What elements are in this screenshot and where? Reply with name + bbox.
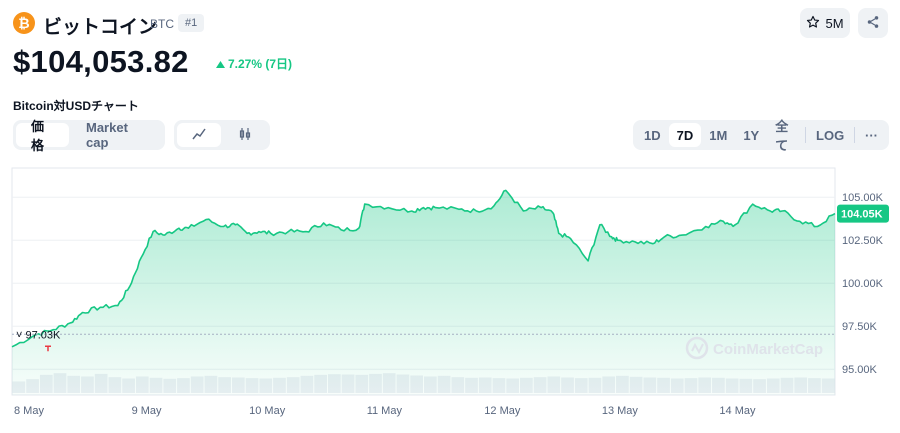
share-icon	[866, 15, 880, 32]
chart-title: Bitcoin対USDチャート	[13, 99, 139, 113]
x-tick-label: 12 May	[484, 405, 521, 417]
y-tick-label: 105.00K	[842, 192, 884, 204]
y-tick-label: 95.00K	[842, 364, 878, 376]
metric-toggle: 価格 Market cap	[13, 119, 165, 153]
range-7d[interactable]: 7D	[668, 123, 702, 147]
start-price-label: ˅ 97.03K	[16, 329, 61, 341]
range-1m[interactable]: 1M	[701, 123, 735, 147]
range-toggle: 1D 7D 1M 1Y 全て LOG ···	[633, 119, 889, 153]
x-tick-label: 13 May	[602, 405, 639, 417]
x-tick-label: 10 May	[249, 405, 286, 417]
y-tick-label: 100.00K	[842, 278, 884, 290]
watermark-text: CoinMarketCap	[713, 341, 823, 358]
rank-badge: #1	[178, 14, 205, 32]
current-price: $104,053.82	[13, 44, 189, 79]
tab-market-cap[interactable]: Market cap	[71, 120, 162, 150]
price-change-value: 7.27% (7日)	[228, 57, 293, 71]
watchlist-button[interactable]: 5M	[800, 8, 850, 38]
more-options-button[interactable]: ···	[857, 123, 886, 147]
x-tick-label: 9 May	[132, 405, 162, 417]
y-tick-label: 102.50K	[842, 235, 884, 247]
log-toggle[interactable]: LOG	[808, 123, 852, 147]
range-1y[interactable]: 1Y	[735, 123, 767, 147]
x-tick-label: 14 May	[719, 405, 756, 417]
bitcoin-icon: ₿	[13, 12, 35, 34]
star-icon	[806, 15, 820, 32]
price-area	[12, 190, 835, 395]
range-divider	[805, 127, 807, 143]
y-tick-label: 97.50K	[842, 321, 878, 333]
price-change: 7.27% (7日)	[216, 55, 292, 72]
line-chart-icon	[192, 128, 206, 143]
tab-price[interactable]: 価格	[16, 119, 69, 153]
price-chart[interactable]: CoinMarketCap 105.00K 102.50K 100.00K 97.50…	[0, 160, 900, 433]
share-button[interactable]	[858, 8, 888, 38]
candlestick-icon	[238, 127, 252, 144]
coin-name: ビットコイン	[43, 17, 158, 38]
x-tick-label: 8 May	[14, 405, 44, 417]
x-tick-label: 11 May	[367, 405, 403, 417]
range-divider	[854, 127, 855, 143]
range-1d[interactable]: 1D	[636, 123, 669, 147]
coin-symbol: BTC	[150, 17, 174, 31]
range-all[interactable]: 全て	[767, 119, 803, 153]
chart-type-toggle	[174, 120, 270, 150]
line-chart-button[interactable]	[177, 123, 221, 147]
triangle-up-icon	[216, 57, 225, 71]
last-price-label: 104.05K	[841, 209, 883, 221]
watchlist-count: 5M	[825, 15, 844, 31]
candlestick-button[interactable]	[223, 123, 267, 147]
